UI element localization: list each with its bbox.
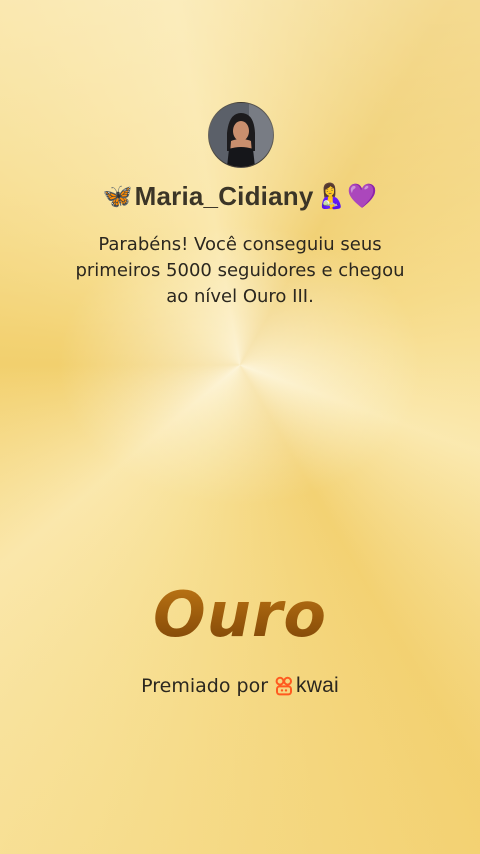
username: Maria_Cidiany — [134, 180, 314, 211]
message-line: primeiros 5000 seguidores e chegou — [75, 260, 405, 281]
kwai-logo-icon — [275, 676, 293, 696]
avatar-photo — [209, 103, 273, 167]
kwai-wordmark: kwai — [296, 674, 339, 697]
awarded-by-label: Premiado por — [141, 675, 269, 697]
awarded-by: Premiado por kwai — [0, 672, 480, 700]
purple-heart-emoji: 💜 — [347, 182, 378, 210]
avatar — [208, 102, 274, 168]
message-line: Parabéns! Você conseguiu seus — [98, 234, 382, 255]
tier-title: Ouro — [0, 578, 480, 651]
breastfeeding-emoji: 🤱 — [315, 182, 346, 210]
username-row: 🦋 Maria_Cidiany 🤱 💜 — [0, 176, 480, 216]
kwai-brand: kwai — [274, 674, 339, 698]
award-card: 🦋 Maria_Cidiany 🤱 💜 Parabéns! Você conse… — [0, 0, 480, 854]
message-line: ao nível Ouro III. — [166, 286, 314, 307]
congratulations-message: Parabéns! Você conseguiu seus primeiros … — [60, 232, 420, 310]
butterfly-emoji: 🦋 — [102, 182, 133, 210]
